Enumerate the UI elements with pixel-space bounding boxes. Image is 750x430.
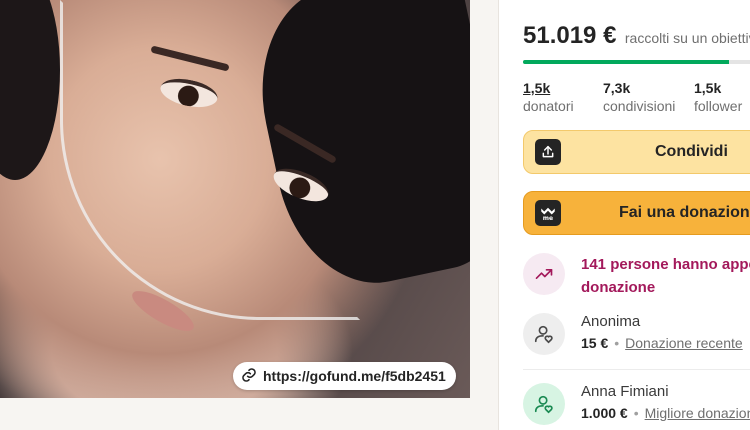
stat-followers-label: follower [694, 98, 743, 114]
trend-line-2: donazione [581, 279, 656, 296]
user-heart-icon [523, 383, 565, 425]
stat-shares-value: 7,3k [603, 80, 631, 96]
donate-button-label: Fai una donazione [619, 204, 750, 221]
stat-shares: 7,3k condivisioni [603, 80, 694, 114]
stat-donors-label: donatori [523, 98, 574, 114]
stat-followers-value: 1,5k [694, 80, 722, 96]
amount-raised: 51.019 € raccolti su un obiettivo [523, 22, 750, 50]
divider [523, 369, 750, 370]
campaign-stats: 1,5k donatori 7,3k condivisioni 1,5k fol… [523, 80, 750, 114]
donor-name: Anna Fimiani [581, 383, 669, 400]
amount-value: 51.019 € [523, 22, 617, 49]
stat-followers: 1,5k follower [694, 80, 750, 114]
separator-dot: • [633, 405, 639, 421]
amount-subtitle: raccolti su un obiettivo [624, 30, 750, 46]
user-heart-icon [523, 313, 565, 355]
donation-amount: 1.000 € [581, 405, 628, 421]
svg-text:me: me [543, 215, 553, 222]
stat-donors-value: 1,5k [523, 80, 551, 96]
progress-bar [523, 60, 750, 64]
gofundme-logo-icon: me [535, 200, 561, 226]
share-upload-icon [535, 139, 561, 165]
donor-name: Anonima [581, 313, 641, 330]
campaign-photo: https://gofund.me/f5db2451 [0, 0, 470, 398]
short-link-pill[interactable]: https://gofund.me/f5db2451 [233, 362, 456, 390]
trend-text: 141 persone hanno appena fatto una donaz… [581, 253, 750, 299]
short-link-text: https://gofund.me/f5db2451 [263, 368, 446, 384]
donation-tag[interactable]: Migliore donazione [645, 405, 750, 421]
link-icon [241, 367, 257, 386]
progress-fill [523, 60, 730, 64]
share-button-label: Condividi [655, 143, 728, 160]
separator-dot: • [614, 335, 620, 351]
stat-donors[interactable]: 1,5k donatori [523, 80, 603, 114]
donation-amount: 15 € [581, 335, 609, 351]
donation-sidebar: 51.019 € raccolti su un obiettivo 1,5k d… [498, 0, 750, 430]
share-button[interactable]: Condividi [523, 130, 750, 174]
donation-meta: 1.000 € • Migliore donazione [581, 405, 750, 421]
trend-line-1: 141 persone hanno appena fatto una [581, 256, 750, 273]
donate-button[interactable]: me Fai una donazione [523, 191, 750, 235]
donation-tag[interactable]: Donazione recente [625, 335, 743, 351]
donation-meta: 15 € • Donazione recente [581, 335, 743, 351]
trending-up-icon [523, 253, 565, 295]
stat-shares-label: condivisioni [603, 98, 676, 114]
donation-text: Anna Fimiani 1.000 € • Migliore donazione [581, 383, 750, 421]
donation-text: Anonima 15 € • Donazione recente [581, 313, 743, 351]
